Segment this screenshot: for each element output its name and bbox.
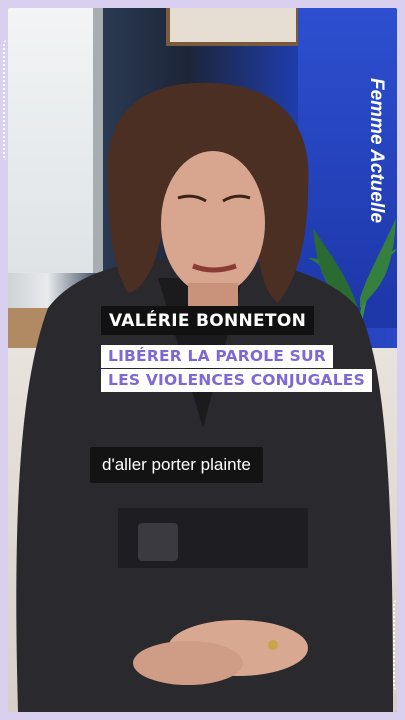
subtitle-caption: d'aller porter plainte bbox=[90, 447, 263, 483]
decorative-dots-left bbox=[3, 40, 11, 160]
speaker-name-badge: VALÉRIE BONNETON bbox=[101, 306, 315, 335]
decorative-dots-right bbox=[393, 600, 401, 690]
topic-line-2: LES VIOLENCES CONJUGALES bbox=[101, 369, 372, 392]
brand-watermark: Femme Actuelle bbox=[366, 78, 387, 224]
topic-line-1: LIBÉRER LA PAROLE SUR bbox=[101, 345, 333, 368]
